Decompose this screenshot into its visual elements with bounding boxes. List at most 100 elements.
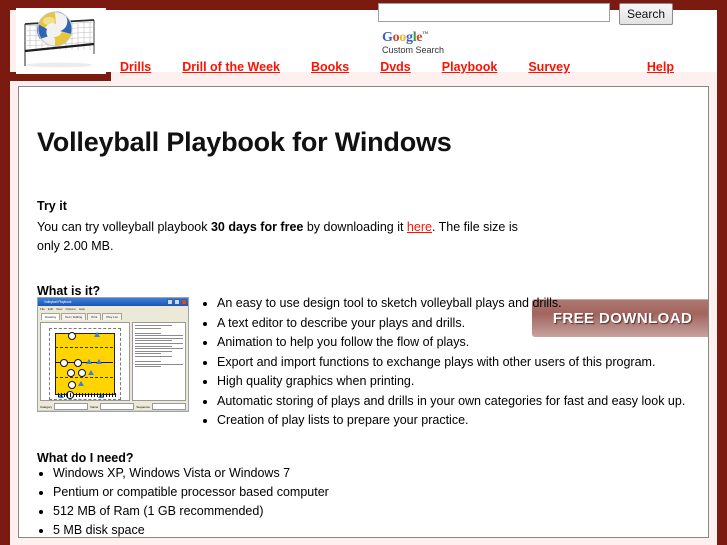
screenshot-title-text: Volleyball Playbook xyxy=(44,300,72,304)
google-custom-search-brand: Google™ Custom Search xyxy=(382,30,678,55)
page-root: Search Google™ Custom Search Drills Dril… xyxy=(0,0,727,545)
court-player xyxy=(68,381,76,389)
feature-list-container: An easy to use design tool to sketch vol… xyxy=(201,295,701,432)
try-text-bold: 30 days for free xyxy=(210,220,304,234)
try-it-paragraph: You can try volleyball playbook 30 days … xyxy=(37,218,527,256)
nav-item-dvds[interactable]: Dvds xyxy=(380,60,411,74)
list-item: A text editor to describe your plays and… xyxy=(217,315,701,331)
list-item: Automatic storing of plays and drills in… xyxy=(217,393,701,409)
court-attack-line-top xyxy=(55,347,113,348)
try-text-part-1: You can try volleyball playbook xyxy=(37,220,211,234)
screenshot-status-field-name xyxy=(100,403,135,410)
text-line xyxy=(135,366,162,368)
text-line xyxy=(135,345,173,347)
nav-item-survey[interactable]: Survey xyxy=(528,60,570,74)
text-line xyxy=(135,340,173,342)
text-line xyxy=(135,337,183,339)
text-line xyxy=(135,348,183,350)
google-letter-o2: o xyxy=(399,30,406,45)
minimize-icon xyxy=(167,299,173,305)
nav-item-help[interactable]: Help xyxy=(647,60,674,74)
list-item: An easy to use design tool to sketch vol… xyxy=(217,295,701,311)
google-wordmark: Google™ xyxy=(382,30,428,45)
text-line xyxy=(135,342,183,344)
screenshot-tab-play-list: Play List xyxy=(102,313,122,320)
screenshot-menu-view: View xyxy=(56,307,63,311)
search-row: Search xyxy=(378,3,678,25)
list-item: Animation to help you follow the flow of… xyxy=(217,334,701,350)
court-marker xyxy=(88,370,94,375)
trademark-icon: ™ xyxy=(422,31,428,38)
nav-item-drill-of-the-week[interactable]: Drill of the Week xyxy=(182,60,280,74)
court-outline xyxy=(49,328,121,400)
application-screenshot-thumbnail[interactable]: Volleyball Playbook File Edit View Optio… xyxy=(37,297,189,412)
main-navigation: Drills Drill of the Week Books Dvds Play… xyxy=(120,59,700,75)
court-player xyxy=(78,369,86,377)
screenshot-menu-help: Help xyxy=(78,307,85,311)
list-item: Windows XP, Windows Vista or Windows 7 xyxy=(53,465,557,481)
search-button[interactable]: Search xyxy=(619,3,674,25)
list-item: Creation of play lists to prepare your p… xyxy=(217,412,701,428)
court-player xyxy=(60,359,68,367)
what-do-i-need-heading: What do I need? xyxy=(37,451,134,465)
screenshot-status-label-category: Category xyxy=(40,404,53,409)
volleyball-net-icon xyxy=(24,11,95,68)
nav-item-playbook[interactable]: Playbook xyxy=(442,60,498,74)
court-marker xyxy=(94,332,100,337)
text-line xyxy=(135,350,173,352)
court-marker xyxy=(78,381,84,386)
try-it-section: Try it You can try volleyball playbook 3… xyxy=(37,199,527,256)
screenshot-tab-drawing: Drawing xyxy=(41,313,61,320)
screenshot-tab-text-editing: Text / Editing xyxy=(61,313,87,320)
text-line xyxy=(135,335,183,337)
court-marker xyxy=(86,359,92,364)
text-line xyxy=(135,332,162,334)
google-letter-g1: G xyxy=(382,30,393,45)
feature-list: An easy to use design tool to sketch vol… xyxy=(201,295,701,428)
text-line xyxy=(135,325,173,326)
content-panel: Volleyball Playbook for Windows Try it Y… xyxy=(18,86,709,538)
search-area: Search Google™ Custom Search xyxy=(378,3,678,57)
close-icon xyxy=(181,299,187,305)
screenshot-status-field-category xyxy=(54,403,89,410)
screenshot-status-label-name: Name xyxy=(90,404,99,409)
search-input[interactable] xyxy=(378,3,610,22)
download-here-link[interactable]: here xyxy=(407,220,432,234)
requirements-container: Windows XP, Windows Vista or Windows 7 P… xyxy=(37,465,557,537)
text-line xyxy=(135,353,162,355)
screenshot-tab-strip: Drawing Text / Editing Print Play List xyxy=(38,312,188,320)
nav-item-books[interactable]: Books xyxy=(311,60,349,74)
court-bottom-markers xyxy=(58,393,116,397)
screenshot-tab-print: Print xyxy=(87,313,102,320)
google-letter-g2: g xyxy=(406,30,413,45)
page-title: Volleyball Playbook for Windows xyxy=(37,127,452,157)
screenshot-menu-edit: Edit xyxy=(47,307,54,311)
list-item: High quality graphics when printing. xyxy=(217,373,701,389)
site-logo[interactable] xyxy=(16,8,106,74)
list-item: 5 MB disk space xyxy=(53,522,557,537)
court-marker xyxy=(96,359,102,364)
text-line xyxy=(135,360,162,362)
text-line xyxy=(135,355,173,357)
text-line xyxy=(135,327,162,329)
screenshot-court-pane xyxy=(40,322,130,401)
text-line xyxy=(135,363,183,365)
try-it-heading: Try it xyxy=(37,199,67,213)
screenshot-text-pane xyxy=(132,322,186,401)
screenshot-status-field-sequence xyxy=(151,403,186,410)
screenshot-menu-options: Options xyxy=(65,307,76,311)
nav-item-drills[interactable]: Drills xyxy=(120,60,151,74)
court-attack-line-bottom xyxy=(55,377,113,378)
list-item: Pentium or compatible processor based co… xyxy=(53,484,557,500)
court-player xyxy=(74,359,82,367)
screenshot-status-bar: Category Name Sequence xyxy=(38,403,188,410)
requirements-list: Windows XP, Windows Vista or Windows 7 P… xyxy=(37,465,557,537)
screenshot-title-bar: Volleyball Playbook xyxy=(38,298,188,306)
screenshot-body xyxy=(38,320,188,403)
try-text-part-2: by downloading it xyxy=(303,220,407,234)
list-item: Export and import functions to exchange … xyxy=(217,354,701,370)
list-item: 512 MB of Ram (1 GB recommended) xyxy=(53,503,557,519)
maximize-icon xyxy=(174,299,180,305)
custom-search-label: Custom Search xyxy=(382,45,445,55)
what-is-it-heading: What is it? xyxy=(37,284,101,298)
